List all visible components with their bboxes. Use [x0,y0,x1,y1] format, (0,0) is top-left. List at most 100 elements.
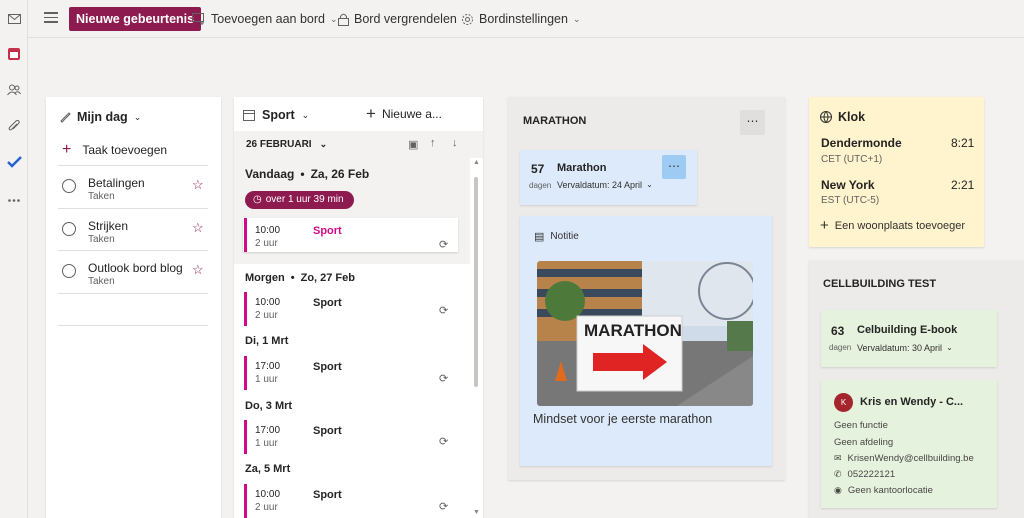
contact-office: ◉ Geen kantoorlocatie [834,485,933,496]
city-time: 2:21 [951,178,975,192]
board-settings-button[interactable]: Bordinstellingen ⌄ [461,10,581,28]
section-title: MARATHON [523,115,587,127]
contact-card[interactable]: K Kris en Wendy - C... Geen functie Geen… [821,380,997,508]
event-name: Sport [313,297,342,309]
calendar-icon[interactable] [6,46,22,62]
more-options-button[interactable]: ⋯ [662,155,686,179]
complete-radio[interactable] [62,222,76,236]
day-label: Vandaag [245,167,295,181]
chevron-down-icon: ⌄ [133,111,142,122]
contact-name: Kris en Wendy - C... [860,396,964,408]
today-icon[interactable]: ▣ [408,138,418,151]
divider [58,208,208,209]
task-item[interactable]: Betalingen Taken ☆ [58,173,208,208]
mail-icon[interactable] [6,11,22,27]
task-item[interactable]: Outlook bord blog Taken ☆ [58,258,208,293]
add-task-button[interactable]: + Taak toevoegen [62,142,168,158]
sign-text: MARATHON [584,321,682,340]
scroll-up-icon[interactable]: ▲ [473,159,480,166]
scroll-down-icon[interactable]: ▼ [473,509,480,516]
arrow-up-icon[interactable]: ↑ [430,137,436,149]
note-card[interactable]: ▤ Notitie MARATHON Mindset voor je eerst… [520,216,772,466]
scrollbar-thumb[interactable] [474,177,478,387]
countdown-number: 63 [831,324,845,338]
countdown-unit: dagen [829,343,852,352]
event-color-bar [244,356,247,390]
more-options-button[interactable]: ⋯ [740,110,765,135]
event-name: Sport [313,361,342,373]
contact-phone[interactable]: ✆ 052222121 [834,469,895,480]
lock-icon [338,13,349,26]
star-icon[interactable]: ☆ [192,262,204,278]
countdown-pill: ◷ over 1 uur 39 min [245,191,354,209]
city-name: Dendermonde [821,136,902,150]
event-card[interactable]: 10:00 2 uur Sport ⟳ [243,218,458,252]
my-day-header[interactable]: Mijn dag ⌄ [60,110,141,124]
menu-icon[interactable] [44,12,58,24]
complete-radio[interactable] [62,264,76,278]
city-name: New York [821,178,875,192]
command-bar: Nieuwe gebeurtenis Toevoegen aan bord ⌄ … [28,0,1024,37]
event-time: 17:00 [255,425,281,436]
note-caption: Mindset voor je eerste marathon [533,412,713,426]
add-to-board-button[interactable]: Toevoegen aan bord ⌄ [192,10,338,28]
due-date[interactable]: Vervaldatum: 30 April ⌄ [857,343,953,353]
gear-icon [462,13,473,25]
arrow-down-icon[interactable]: ↓ [452,137,458,149]
event-name: Sport [313,425,342,437]
event-row[interactable]: 17:00 1 uur Sport ⟳ [243,356,458,390]
divider [58,250,208,251]
calendar-selector[interactable]: Sport ⌄ [243,108,309,122]
countdown-unit: dagen [529,181,552,190]
calendar-card: Sport ⌄ + Nieuwe a... 26 FEBRUARI ⌄ ▣ ↑ … [234,97,483,518]
my-day-card: Mijn dag ⌄ + Taak toevoegen Betalingen T… [46,97,221,518]
city-timezone: CET (UTC+1) [821,154,883,165]
add-task-label: Taak toevoegen [82,143,168,157]
complete-radio[interactable] [62,179,76,193]
event-duration: 2 uur [255,310,278,321]
avatar: K [834,393,853,412]
calendar-title: Sport [262,108,295,122]
date-picker[interactable]: 26 FEBRUARI ⌄ [246,139,327,150]
people-icon[interactable] [6,82,22,98]
divider [58,325,208,326]
event-row[interactable]: 17:00 1 uur Sport ⟳ [243,420,458,454]
star-icon[interactable]: ☆ [192,220,204,236]
day-heading: Do, 3 Mrt [245,400,293,412]
contact-function: Geen functie [834,420,888,431]
event-time: 10:00 [255,225,281,236]
new-appointment-button[interactable]: + Nieuwe a... [366,105,442,122]
countdown-card[interactable]: 63 dagen Celbuilding E-book Vervaldatum:… [821,310,997,367]
clock-card: Klok Dendermonde 8:21 CET (UTC+1) New Yo… [809,97,984,247]
due-date[interactable]: Vervaldatum: 24 April ⌄ [557,180,653,190]
event-row[interactable]: 10:00 2 uur Sport ⟳ [243,484,458,518]
star-icon[interactable]: ☆ [192,177,204,193]
city-time: 8:21 [951,136,975,150]
board-settings-label: Bordinstellingen [479,12,568,26]
clock-icon: ◷ [253,194,262,205]
day-heading: Di, 1 Mrt [245,335,289,347]
plus-icon: + [820,217,829,234]
event-row[interactable]: 10:00 2 uur Sport ⟳ [243,292,458,326]
todo-icon[interactable] [6,154,22,170]
due-date-label: Vervaldatum: 30 April [857,343,943,353]
event-duration: 1 uur [255,374,278,385]
countdown-card[interactable]: 57 dagen Marathon Vervaldatum: 24 April … [520,150,697,205]
day-label: Morgen [245,272,285,284]
event-duration: 2 uur [255,238,278,249]
attachment-icon[interactable] [6,118,22,134]
add-city-button[interactable]: + Een woonplaats toevoeger [820,217,965,234]
event-color-bar [244,292,247,326]
new-event-button[interactable]: Nieuwe gebeurtenis [69,7,202,31]
chevron-down-icon: ⌄ [646,180,653,189]
countdown-name: Marathon [557,162,607,174]
task-item[interactable]: Strijken Taken ☆ [58,216,208,251]
lock-board-button[interactable]: Bord vergrendelen [338,10,457,28]
more-icon[interactable] [6,192,22,208]
note-header: ▤ Notitie [534,230,579,243]
countdown-text: over 1 uur 39 min [265,194,344,205]
scrollbar[interactable]: ▲ ▼ [472,159,480,518]
contact-email[interactable]: ✉ KrisenWendy@cellbuilding.be [834,453,974,464]
new-appointment-label: Nieuwe a... [381,107,442,121]
phone-icon: ✆ [834,469,842,479]
